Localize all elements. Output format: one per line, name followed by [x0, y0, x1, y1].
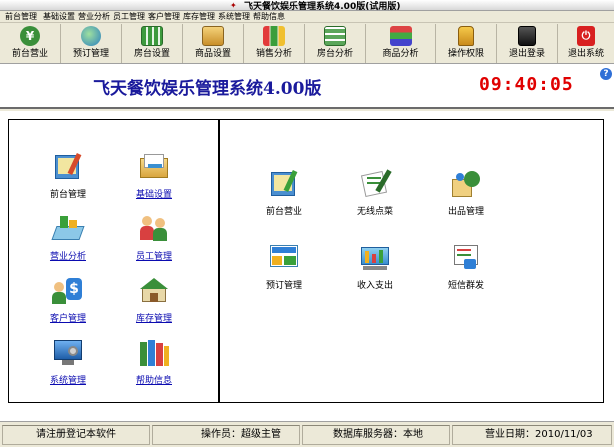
goods-box-icon — [202, 26, 224, 46]
toolbar-button-booking[interactable]: 预订管理 — [61, 24, 122, 63]
tile-income-expense[interactable]: 收入支出 — [340, 243, 410, 291]
title-bar: ✦ 飞天餐饮娱乐管理系统4.00版(试用版) — [0, 0, 614, 12]
menu-item-customer[interactable]: 客户管理 — [148, 11, 180, 23]
status-bar: 请注册登记本软件 操作员：超级主管 数据库服务器：本地 营业日期：2010/11… — [0, 421, 614, 447]
toolbar-button-logout[interactable]: 退出登录 — [497, 24, 558, 63]
toolbar-button-goods-analysis[interactable]: 商品分析 — [366, 24, 436, 63]
toolbar-button-exit[interactable]: ⏻ 退出系统 — [558, 24, 614, 63]
help-books-icon — [138, 338, 170, 368]
menu-item-inventory[interactable]: 库存管理 — [183, 11, 215, 23]
staff-people-icon — [138, 214, 170, 244]
tile-help-info[interactable]: 帮助信息 — [119, 338, 189, 386]
power-icon: ⏻ — [577, 26, 595, 46]
tile-inventory-management[interactable]: 库存管理 — [119, 276, 189, 324]
lock-icon — [458, 26, 474, 46]
tile-sms-broadcast[interactable]: 短信群发 — [431, 243, 501, 291]
help-icon[interactable]: ? — [600, 68, 612, 80]
frontdesk-notebook-icon — [52, 152, 84, 182]
business-analysis-icon — [51, 214, 85, 244]
menu-item-frontdesk[interactable]: 前台管理 — [5, 11, 37, 23]
reservation-board-icon — [268, 243, 300, 273]
system-title: 飞天餐饮娱乐管理系统4.00版 — [93, 79, 322, 99]
status-register[interactable]: 请注册登记本软件 — [2, 425, 150, 445]
room-chart-icon — [324, 26, 346, 46]
toolbar-button-sales-analysis[interactable]: 销售分析 — [244, 24, 305, 63]
customer-dollar-icon: $ — [52, 276, 84, 306]
menu-item-staff[interactable]: 员工管理 — [113, 11, 145, 23]
menu-item-help[interactable]: 帮助信息 — [253, 11, 285, 23]
tile-reservation-management[interactable]: 预订管理 — [249, 243, 319, 291]
tile-basic-settings[interactable]: 基础设置 — [119, 152, 189, 200]
menu-item-system[interactable]: 系统管理 — [218, 11, 250, 23]
room-grid-icon — [141, 26, 163, 46]
toolbar-button-frontdesk[interactable]: ¥ 前台营业 — [0, 24, 61, 63]
toolbar-button-room-settings[interactable]: 房台设置 — [122, 24, 183, 63]
tile-business-analysis[interactable]: 营业分析 — [33, 214, 103, 262]
tile-customer-management[interactable]: $ 客户管理 — [33, 276, 103, 324]
tile-frontdesk-management[interactable]: 前台管理 — [33, 152, 103, 200]
app-icon: ✦ — [230, 1, 237, 10]
warehouse-house-icon — [138, 276, 170, 306]
tile-frontdesk-business[interactable]: 前台营业 — [249, 169, 319, 217]
sales-chart-icon — [263, 26, 285, 46]
toolbar: ¥ 前台营业 预订管理 房台设置 商品设置 销售分析 房台分析 商品分析 操作权… — [0, 23, 614, 64]
goods-books-icon — [389, 26, 412, 46]
tile-wireless-order[interactable]: 无线点菜 — [340, 169, 410, 217]
income-expense-icon — [359, 243, 391, 273]
output-management-icon — [450, 169, 482, 199]
settings-folder-icon — [138, 152, 170, 182]
booking-globe-icon — [81, 26, 101, 46]
status-business-date: 营业日期：2010/11/03 — [452, 425, 612, 445]
menu-item-basic-settings[interactable]: 基础设置 — [43, 11, 75, 23]
tile-staff-management[interactable]: 员工管理 — [119, 214, 189, 262]
clock: 09:40:05 — [479, 74, 574, 95]
wireless-order-icon — [359, 169, 392, 199]
toolbar-button-permissions[interactable]: 操作权限 — [436, 24, 497, 63]
frontdesk-business-icon — [268, 169, 300, 199]
toolbar-button-room-analysis[interactable]: 房台分析 — [305, 24, 366, 63]
tile-output-management[interactable]: 出品管理 — [431, 169, 501, 217]
cashier-icon: ¥ — [20, 26, 40, 46]
system-monitor-icon — [52, 338, 84, 368]
banner: 飞天餐饮娱乐管理系统4.00版 09:40:05 — [0, 64, 614, 109]
menu-bar: 前台管理 基础设置 营业分析 员工管理 客户管理 库存管理 系统管理 帮助信息 — [0, 11, 614, 23]
status-db-server: 数据库服务器：本地 — [302, 425, 450, 445]
sms-broadcast-icon — [450, 243, 482, 273]
status-operator: 操作员：超级主管 — [152, 425, 300, 445]
panel-divider — [218, 119, 220, 403]
tile-system-management[interactable]: 系统管理 — [33, 338, 103, 386]
logout-pc-icon — [518, 26, 536, 46]
work-area: 前台管理 基础设置 营业分析 员工管理 $ 客户管理 库存管理 系统管理 帮助信… — [0, 111, 614, 421]
menu-item-business-analysis[interactable]: 营业分析 — [78, 11, 110, 23]
toolbar-button-goods-settings[interactable]: 商品设置 — [183, 24, 244, 63]
